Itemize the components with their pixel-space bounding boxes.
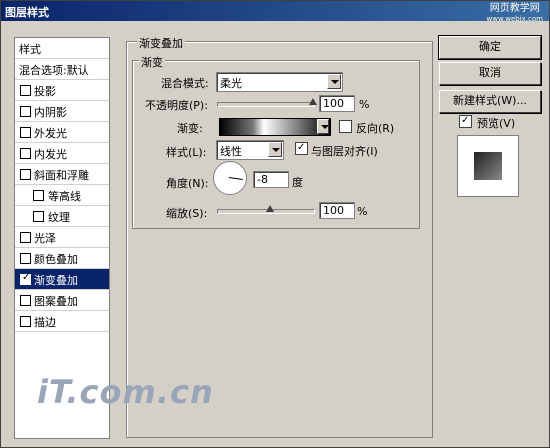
sidebar-item-10[interactable]: ✓ 渐变叠加 bbox=[15, 269, 109, 290]
group-title: 渐变叠加 bbox=[137, 35, 185, 51]
sidebar-item-4[interactable]: 内发光 bbox=[15, 143, 109, 164]
sidebar-item-label: 描边 bbox=[34, 316, 56, 329]
sidebar-item-label: 外发光 bbox=[34, 127, 67, 140]
blend-mode-value: 柔光 bbox=[220, 77, 242, 90]
watermark: 网页教学网 www.webjx.com bbox=[487, 4, 544, 24]
gradient-picker-dropdown[interactable] bbox=[317, 118, 329, 134]
blend-mode-select[interactable]: 柔光 bbox=[216, 72, 343, 92]
checkbox[interactable] bbox=[20, 169, 31, 180]
sidebar-item-blend-options[interactable]: 混合选项:默认 bbox=[15, 59, 109, 80]
sidebar-item-label: 内阴影 bbox=[34, 106, 67, 119]
sidebar-item-12[interactable]: 描边 bbox=[15, 311, 109, 332]
angle-label: 角度(N): bbox=[166, 177, 209, 190]
sidebar-item-label: 斜面和浮雕 bbox=[34, 169, 89, 182]
checkbox[interactable] bbox=[20, 316, 31, 327]
reverse-checkbox[interactable] bbox=[339, 120, 352, 133]
sidebar-item-label: 等高线 bbox=[48, 190, 81, 203]
align-with-layer-label: 与图层对齐(I) bbox=[311, 145, 378, 158]
angle-dial[interactable] bbox=[213, 161, 247, 195]
chevron-down-icon[interactable] bbox=[268, 142, 282, 157]
title-bar[interactable]: 图层样式 网页教学网 www.webjx.com bbox=[1, 1, 549, 24]
checkbox[interactable] bbox=[33, 190, 44, 201]
checkbox[interactable] bbox=[20, 295, 31, 306]
opacity-label: 不透明度(P): bbox=[145, 99, 208, 112]
layer-style-dialog: 图层样式 网页教学网 www.webjx.com 样式 混合选项:默认 投影内阴… bbox=[0, 0, 550, 448]
sidebar-item-7[interactable]: 纹理 bbox=[15, 206, 109, 227]
preview-label: 预览(V) bbox=[477, 117, 516, 130]
angle-dial-hand bbox=[228, 177, 243, 180]
align-with-layer-checkbox[interactable]: ✓ bbox=[295, 142, 308, 155]
angle-unit: 度 bbox=[292, 176, 303, 189]
checkbox[interactable]: ✓ bbox=[20, 272, 31, 285]
opacity-input[interactable]: 100 bbox=[319, 95, 355, 112]
sidebar-header[interactable]: 样式 bbox=[15, 38, 109, 59]
watermark-text: 网页教学网 bbox=[489, 3, 540, 14]
sidebar-item-label: 渐变叠加 bbox=[34, 274, 78, 287]
angle-value: -8 bbox=[257, 173, 268, 186]
subgroup-title: 渐变 bbox=[139, 54, 165, 70]
cancel-button[interactable]: 取消 bbox=[439, 62, 541, 85]
gradient-label: 渐变: bbox=[177, 122, 203, 135]
sidebar-item-label: 颜色叠加 bbox=[34, 253, 78, 266]
scale-label: 缩放(S): bbox=[166, 207, 208, 220]
scale-unit: % bbox=[357, 205, 368, 218]
scale-slider[interactable] bbox=[217, 205, 315, 214]
checkbox[interactable] bbox=[33, 211, 44, 222]
style-label: 样式(L): bbox=[166, 146, 207, 159]
sidebar-item-1[interactable]: 投影 bbox=[15, 80, 109, 101]
sidebar-item-label: 纹理 bbox=[48, 211, 70, 224]
style-preview bbox=[457, 135, 519, 197]
reverse-label: 反向(R) bbox=[356, 122, 395, 135]
opacity-unit: % bbox=[359, 98, 370, 111]
sidebar-header-label: 样式 bbox=[19, 43, 41, 56]
checkbox[interactable] bbox=[20, 232, 31, 243]
sidebar-item-2[interactable]: 内阴影 bbox=[15, 101, 109, 122]
sidebar-item-label: 光泽 bbox=[34, 232, 56, 245]
checkbox[interactable] bbox=[20, 148, 31, 159]
scale-value: 100 bbox=[323, 204, 344, 217]
sidebar-item-label: 投影 bbox=[34, 85, 56, 98]
sidebar-item-9[interactable]: 颜色叠加 bbox=[15, 248, 109, 269]
checkmark-icon: ✓ bbox=[297, 142, 306, 153]
new-style-button[interactable]: 新建样式(W)... bbox=[439, 90, 541, 113]
watermark-url: www.webjx.com bbox=[486, 15, 544, 23]
sidebar-item-label: 图案叠加 bbox=[34, 295, 78, 308]
gradient-swatch[interactable] bbox=[219, 118, 331, 136]
scale-input[interactable]: 100 bbox=[319, 202, 355, 219]
opacity-value: 100 bbox=[323, 97, 344, 110]
checkbox[interactable] bbox=[20, 253, 31, 264]
opacity-slider[interactable] bbox=[217, 98, 317, 107]
style-value: 线性 bbox=[220, 145, 242, 158]
sidebar-item-11[interactable]: 图案叠加 bbox=[15, 290, 109, 311]
preview-checkbox[interactable]: ✓ bbox=[459, 115, 472, 128]
sidebar-item-label: 混合选项:默认 bbox=[19, 64, 89, 77]
sidebar-item-5[interactable]: 斜面和浮雕 bbox=[15, 164, 109, 185]
preview-thumbnail bbox=[474, 152, 502, 180]
sidebar-item-3[interactable]: 外发光 bbox=[15, 122, 109, 143]
window-title: 图层样式 bbox=[5, 6, 49, 19]
opacity-slider-thumb[interactable] bbox=[309, 98, 317, 105]
checkmark-icon: ✓ bbox=[461, 115, 470, 126]
sidebar-item-6[interactable]: 等高线 bbox=[15, 185, 109, 206]
blend-mode-label: 混合模式: bbox=[161, 77, 209, 90]
chevron-down-icon[interactable] bbox=[327, 74, 341, 89]
checkbox[interactable] bbox=[20, 127, 31, 138]
ok-button[interactable]: 确定 bbox=[438, 35, 542, 60]
checkbox[interactable] bbox=[20, 106, 31, 117]
scale-slider-thumb[interactable] bbox=[266, 205, 275, 212]
chevron-down-icon[interactable] bbox=[317, 119, 329, 134]
angle-input[interactable]: -8 bbox=[253, 171, 289, 188]
style-select[interactable]: 线性 bbox=[216, 140, 284, 160]
checkbox[interactable] bbox=[20, 85, 31, 96]
sidebar-item-label: 内发光 bbox=[34, 148, 67, 161]
sidebar-item-8[interactable]: 光泽 bbox=[15, 227, 109, 248]
site-logo: iT.com.cn bbox=[37, 373, 214, 411]
checkmark-icon: ✓ bbox=[22, 272, 31, 283]
